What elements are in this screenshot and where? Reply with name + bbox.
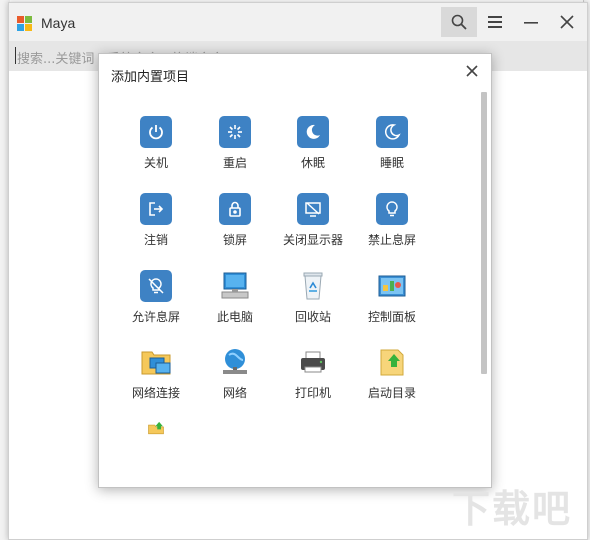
item-label: 休眠: [300, 156, 325, 170]
item-label: 锁屏: [222, 233, 247, 247]
item-label: 网络连接: [131, 386, 180, 400]
item-monitor-off[interactable]: 关闭显示器: [268, 193, 358, 263]
item-label: 此电脑: [216, 310, 253, 324]
computer-icon: [219, 270, 251, 302]
close-icon: [466, 65, 478, 77]
item-label: 关机: [143, 156, 168, 170]
text-caret: [15, 47, 16, 64]
item-startup-folder[interactable]: 启动目录: [347, 346, 437, 416]
item-hibernate[interactable]: 休眠: [268, 116, 358, 186]
sleep-moon-icon: [376, 116, 408, 148]
close-icon: [560, 15, 574, 29]
item-allow-sleep[interactable]: 允许息屏: [111, 270, 201, 340]
dialog-close-button[interactable]: [459, 58, 485, 84]
item-control-panel[interactable]: 控制面板: [347, 270, 437, 340]
network-connections-icon: [140, 346, 172, 378]
control-panel-icon: [376, 270, 408, 302]
item-printer[interactable]: 打印机: [268, 346, 358, 416]
network-globe-icon: [219, 346, 251, 378]
lock-icon: [219, 193, 251, 225]
app-logo-icon: [17, 16, 33, 32]
app-title: Maya: [41, 15, 76, 31]
logout-icon: [140, 193, 172, 225]
minimize-icon: [524, 22, 538, 24]
item-recycle-bin[interactable]: 回收站: [268, 270, 358, 340]
dialog-title: 添加内置项目: [111, 70, 190, 85]
monitor-off-icon: [297, 193, 329, 225]
power-icon: [140, 116, 172, 148]
folder-up-icon: [140, 420, 172, 452]
menu-button[interactable]: [477, 7, 513, 37]
item-network-connections[interactable]: 网络连接: [111, 346, 201, 416]
item-label: 打印机: [294, 386, 331, 400]
item-lock-screen[interactable]: 锁屏: [190, 193, 280, 263]
item-this-pc[interactable]: 此电脑: [190, 270, 280, 340]
item-label: 睡眠: [379, 156, 404, 170]
item-logout[interactable]: 注销: [111, 193, 201, 263]
recycle-bin-icon: [297, 270, 329, 302]
startup-folder-icon: [376, 346, 408, 378]
bulb-icon: [376, 193, 408, 225]
bulb-off-icon: [140, 270, 172, 302]
hamburger-menu-icon: [488, 16, 502, 28]
item-label: 控制面板: [367, 310, 416, 324]
search-button[interactable]: [441, 7, 477, 37]
item-network[interactable]: 网络: [190, 346, 280, 416]
dialog-scrollbar[interactable]: [481, 92, 487, 374]
item-shutdown[interactable]: 关机: [111, 116, 201, 186]
item-label: 回收站: [294, 310, 331, 324]
item-label: 允许息屏: [131, 310, 180, 324]
hibernate-moon-icon: [297, 116, 329, 148]
item-label: 重启: [222, 156, 247, 170]
watermark-logo: 下载吧: [452, 487, 573, 531]
item-folder-up[interactable]: [111, 420, 201, 490]
item-label: 禁止息屏: [367, 233, 416, 247]
close-window-button[interactable]: [549, 7, 585, 37]
search-icon: [451, 14, 467, 30]
item-label: 关闭显示器: [282, 233, 343, 247]
add-builtin-item-dialog: 添加内置项目 关机 重启 休眠 睡眠 注销 锁屏 关闭显示器 禁止息屏 允许息屏…: [98, 53, 492, 488]
restart-icon: [219, 116, 251, 148]
item-label: 注销: [143, 233, 168, 247]
minimize-button[interactable]: [513, 7, 549, 37]
title-bar: Maya: [9, 3, 587, 41]
item-restart[interactable]: 重启: [190, 116, 280, 186]
item-label: 启动目录: [367, 386, 416, 400]
item-sleep[interactable]: 睡眠: [347, 116, 437, 186]
item-prevent-sleep[interactable]: 禁止息屏: [347, 193, 437, 263]
printer-icon: [297, 346, 329, 378]
item-label: 网络: [222, 386, 247, 400]
